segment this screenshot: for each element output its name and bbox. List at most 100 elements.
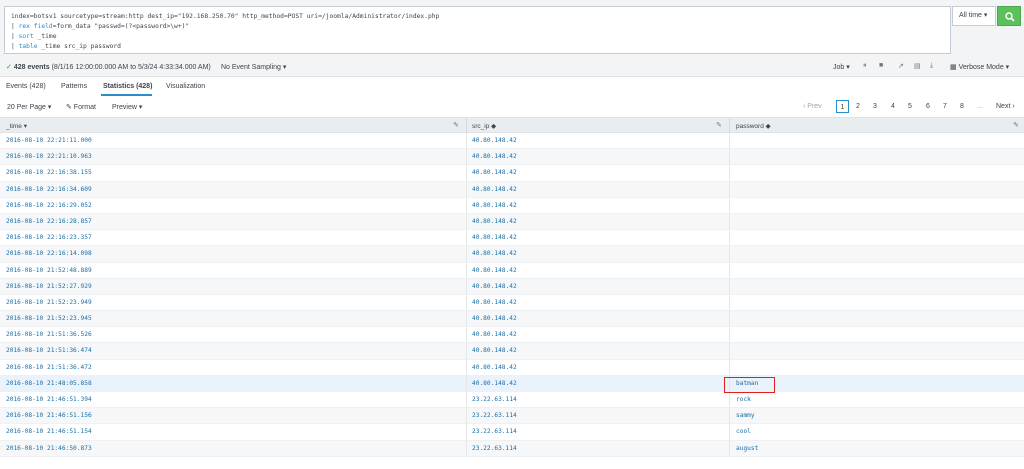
tab-patterns[interactable]: Patterns [61, 83, 87, 90]
format-button[interactable]: ✎ Format [66, 103, 96, 111]
cell-time[interactable]: 2016-08-10 22:16:29.052 [6, 202, 92, 209]
table-row[interactable]: 2016-08-10 21:52:27.929 40.80.148.42 [0, 278, 1024, 295]
table-row[interactable]: 2016-08-10 21:51:36.474 40.80.148.42 [0, 343, 1024, 360]
cell-src-ip[interactable]: 40.80.148.42 [472, 137, 517, 144]
cell-src-ip[interactable]: 40.80.148.42 [472, 347, 517, 354]
table-row[interactable]: 2016-08-10 22:21:11.000 40.80.148.42 [0, 133, 1024, 150]
page-4[interactable]: 4 [891, 100, 895, 113]
cell-time[interactable]: 2016-08-10 22:16:28.857 [6, 218, 92, 225]
table-row[interactable]: 2016-08-10 21:48:05.858 40.80.148.42 batma… [0, 375, 1024, 392]
page-6[interactable]: 6 [926, 100, 930, 113]
edit-column-icon[interactable]: ✎ [716, 121, 722, 129]
cell-src-ip[interactable]: 40.80.148.42 [472, 299, 517, 306]
cell-src-ip[interactable]: 23.22.63.114 [472, 412, 517, 419]
cell-src-ip[interactable]: 40.80.148.42 [472, 364, 517, 371]
page-8[interactable]: 8 [960, 100, 964, 113]
cell-src-ip[interactable]: 40.80.148.42 [472, 234, 517, 241]
tab-statistics[interactable]: Statistics (428) [103, 83, 152, 90]
cell-time[interactable]: 2016-08-10 22:16:34.609 [6, 186, 92, 193]
export-icon[interactable]: ⤓ [930, 62, 933, 70]
page-1[interactable]: 1 [836, 100, 849, 113]
cell-src-ip[interactable]: 23.22.63.114 [472, 445, 517, 452]
cell-password[interactable]: rock [736, 396, 751, 403]
preview-dropdown[interactable]: Preview ▾ [112, 103, 142, 111]
table-row[interactable]: 2016-08-10 21:46:51.394 23.22.63.114 rock [0, 392, 1024, 409]
table-row[interactable]: 2016-08-10 21:46:51.154 23.22.63.114 cool [0, 424, 1024, 441]
table-row[interactable]: 2016-08-10 21:51:36.526 40.80.148.42 [0, 327, 1024, 344]
share-icon[interactable]: ↗ [898, 62, 904, 70]
edit-column-icon[interactable]: ✎ [1013, 121, 1019, 129]
header-time[interactable]: _time ▾ [6, 122, 27, 130]
table-row[interactable]: 2016-08-10 21:51:36.472 40.80.148.42 [0, 359, 1024, 376]
cell-time[interactable]: 2016-08-10 22:21:10.963 [6, 153, 92, 160]
table-row[interactable]: 2016-08-10 22:16:38.155 40.80.148.42 [0, 165, 1024, 182]
column-divider [466, 392, 467, 408]
cell-time[interactable]: 2016-08-10 21:52:27.929 [6, 283, 92, 290]
cell-password[interactable]: cool [736, 428, 751, 435]
cell-src-ip[interactable]: 40.80.148.42 [472, 283, 517, 290]
cell-src-ip[interactable]: 40.80.148.42 [472, 169, 517, 176]
cell-time[interactable]: 2016-08-10 22:16:23.357 [6, 234, 92, 241]
cell-src-ip[interactable]: 23.22.63.114 [472, 396, 517, 403]
tab-events[interactable]: Events (428) [6, 83, 46, 90]
table-row[interactable]: 2016-08-10 22:16:29.052 40.80.148.42 [0, 197, 1024, 214]
cell-src-ip[interactable]: 40.80.148.42 [472, 218, 517, 225]
search-query-input[interactable]: index=botsv1 sourcetype=stream:http dest… [4, 6, 951, 54]
cell-src-ip[interactable]: 40.80.148.42 [472, 250, 517, 257]
cell-src-ip[interactable]: 23.22.63.114 [472, 428, 517, 435]
header-src-ip[interactable]: src_ip ◆ [472, 122, 496, 130]
event-sampling-dropdown[interactable]: No Event Sampling ▾ [221, 63, 286, 71]
page-7[interactable]: 7 [943, 100, 947, 113]
page-2[interactable]: 2 [856, 100, 860, 113]
page-5[interactable]: 5 [908, 100, 912, 113]
table-row[interactable]: 2016-08-10 21:52:23.949 40.80.148.42 [0, 294, 1024, 312]
cell-src-ip[interactable]: 40.80.148.42 [472, 331, 517, 338]
cell-time[interactable]: 2016-08-10 21:51:36.472 [6, 364, 92, 371]
cell-time[interactable]: 2016-08-10 21:52:23.949 [6, 299, 92, 306]
cell-password[interactable]: august [736, 445, 758, 452]
cell-src-ip[interactable]: 40.80.148.42 [472, 186, 517, 193]
cell-time[interactable]: 2016-08-10 21:51:36.526 [6, 331, 92, 338]
cell-password[interactable]: sammy [736, 412, 755, 419]
cell-src-ip[interactable]: 40.80.148.42 [472, 153, 517, 160]
cell-time[interactable]: 2016-08-10 21:52:48.889 [6, 267, 92, 274]
per-page-dropdown[interactable]: 20 Per Page ▾ [7, 103, 51, 111]
search-mode-dropdown[interactable]: ▦ Verbose Mode ▾ [950, 63, 1009, 71]
cell-time[interactable]: 2016-08-10 21:46:51.156 [6, 412, 92, 419]
next-page-button[interactable]: Next › [996, 100, 1015, 113]
stop-icon[interactable]: ■ [879, 62, 883, 69]
job-menu[interactable]: Job ▾ [833, 63, 850, 71]
table-row[interactable]: 2016-08-10 22:16:28.857 40.80.148.42 [0, 213, 1024, 231]
pause-icon[interactable]: ⏸ [863, 62, 867, 70]
cell-src-ip[interactable]: 40.80.148.42 [472, 267, 517, 274]
cell-time[interactable]: 2016-08-10 21:52:23.945 [6, 315, 92, 322]
table-row[interactable]: 2016-08-10 22:16:14.098 40.80.148.42 [0, 246, 1024, 263]
cell-src-ip[interactable]: 40.80.148.42 [472, 202, 517, 209]
tab-visualization[interactable]: Visualization [166, 83, 205, 90]
table-row[interactable]: 2016-08-10 21:46:51.156 23.22.63.114 sammy [0, 408, 1024, 425]
cell-time[interactable]: 2016-08-10 22:16:14.098 [6, 250, 92, 257]
header-password[interactable]: password ◆ [736, 122, 771, 130]
prev-page-button[interactable]: ‹ Prev [803, 100, 822, 113]
cell-time[interactable]: 2016-08-10 21:48:05.858 [6, 380, 92, 387]
cell-time[interactable]: 2016-08-10 21:46:51.154 [6, 428, 92, 435]
table-row[interactable]: 2016-08-10 21:46:50.873 23.22.63.114 augus… [0, 440, 1024, 457]
cell-time[interactable]: 2016-08-10 22:21:11.000 [6, 137, 92, 144]
table-row[interactable]: 2016-08-10 21:52:48.889 40.80.148.42 [0, 262, 1024, 279]
cell-src-ip[interactable]: 40.80.148.42 [472, 380, 517, 387]
table-row[interactable]: 2016-08-10 22:16:34.609 40.80.148.42 [0, 181, 1024, 198]
print-icon[interactable]: ▤ [914, 62, 921, 70]
cell-src-ip[interactable]: 40.80.148.42 [472, 315, 517, 322]
edit-column-icon[interactable]: ✎ [453, 121, 459, 129]
page-3[interactable]: 3 [873, 100, 877, 113]
table-row[interactable]: 2016-08-10 22:21:10.963 40.80.148.42 [0, 149, 1024, 166]
table-row[interactable]: 2016-08-10 22:16:23.357 40.80.148.42 [0, 230, 1024, 247]
column-divider [729, 197, 730, 213]
table-row[interactable]: 2016-08-10 21:52:23.945 40.80.148.42 [0, 311, 1024, 328]
time-range-picker[interactable]: All time ▾ [952, 6, 996, 26]
cell-time[interactable]: 2016-08-10 21:51:36.474 [6, 347, 92, 354]
cell-time[interactable]: 2016-08-10 21:46:50.873 [6, 445, 92, 452]
cell-time[interactable]: 2016-08-10 21:46:51.394 [6, 396, 92, 403]
cell-time[interactable]: 2016-08-10 22:16:38.155 [6, 169, 92, 176]
search-button[interactable] [997, 6, 1021, 26]
